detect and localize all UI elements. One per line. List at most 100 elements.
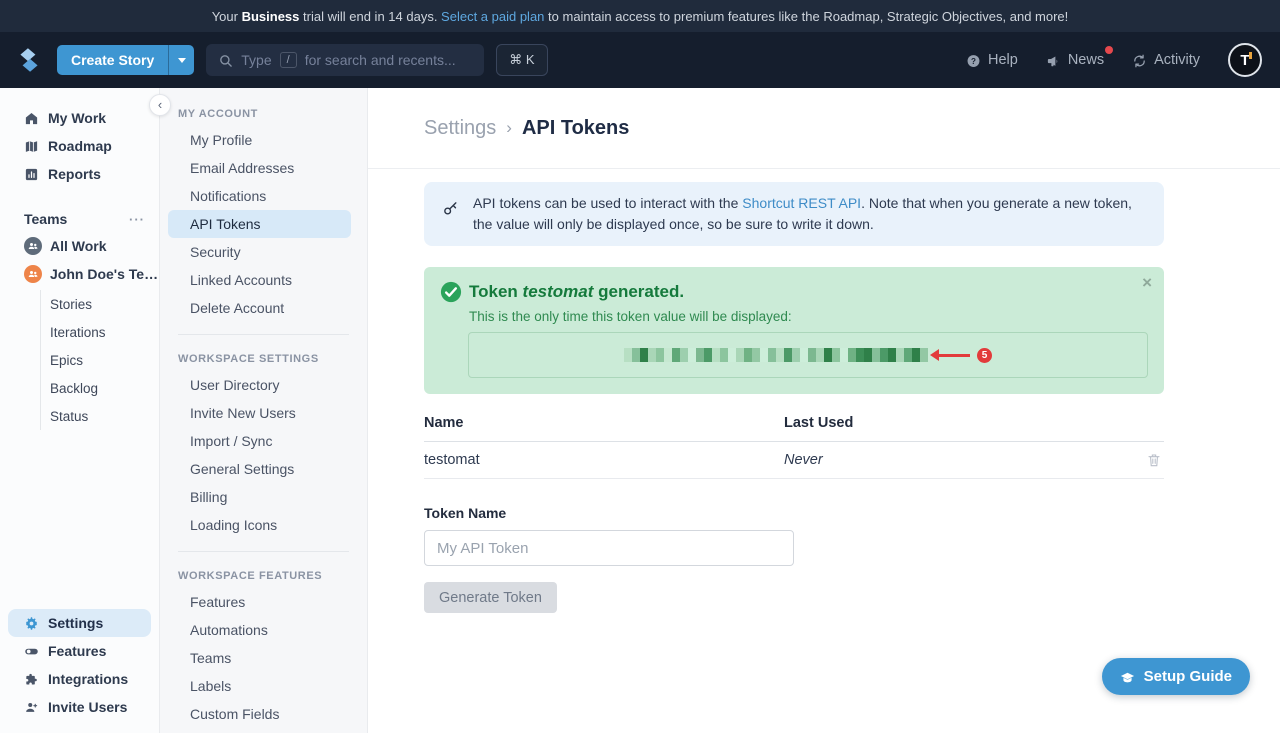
search-placeholder-pre: Type xyxy=(241,52,271,68)
settings-nav-item-labels[interactable]: Labels xyxy=(160,672,367,700)
token-generated-alert: Token testomat generated. This is the on… xyxy=(424,267,1164,394)
settings-nav-item-teams[interactable]: Teams xyxy=(160,644,367,672)
shortcut-rest-api-link[interactable]: Shortcut REST API xyxy=(742,195,861,211)
avatar-logo-accent xyxy=(1249,52,1252,59)
help-menu[interactable]: ? Help xyxy=(966,52,1018,68)
settings-nav-item-my-profile[interactable]: My Profile xyxy=(160,126,367,154)
main-sidebar: My Work Roadmap Reports Teams ··· xyxy=(0,88,160,733)
settings-nav-item-delete-account[interactable]: Delete Account xyxy=(160,294,367,322)
cmd-k-shortcut-badge: ⌘ K xyxy=(496,44,547,76)
settings-nav-item-automations[interactable]: Automations xyxy=(160,616,367,644)
sidebar-item-invite-users[interactable]: Invite Users xyxy=(8,693,151,721)
megaphone-icon xyxy=(1046,53,1061,68)
sidebar-item-features[interactable]: Features xyxy=(8,637,151,665)
app-window: Your Business trial will end in 14 days.… xyxy=(0,0,1280,733)
settings-nav-item-linked-accounts[interactable]: Linked Accounts xyxy=(160,266,367,294)
token-value-field: 5 xyxy=(468,332,1148,378)
banner-text: to maintain access to premium features l… xyxy=(544,9,1068,24)
alert-title-row: Token testomat generated. xyxy=(440,281,1148,303)
search-icon xyxy=(218,53,233,68)
delete-token-button[interactable] xyxy=(1146,452,1164,468)
settings-nav-item-api-tokens[interactable]: API Tokens xyxy=(168,210,351,238)
create-story-button[interactable]: Create Story xyxy=(57,45,194,75)
help-icon: ? xyxy=(966,53,981,68)
activity-label: Activity xyxy=(1154,52,1200,68)
select-paid-plan-link[interactable]: Select a paid plan xyxy=(441,9,544,24)
team-item-all-work[interactable]: All Work xyxy=(0,232,159,260)
token-name-input[interactable] xyxy=(424,530,794,566)
sidebar-item-my-work[interactable]: My Work xyxy=(8,104,151,132)
setup-guide-button[interactable]: Setup Guide xyxy=(1102,658,1250,695)
sidebar-item-integrations[interactable]: Integrations xyxy=(8,665,151,693)
topnav-right: ? Help News Activity T xyxy=(966,43,1280,77)
search-placeholder-post: for search and recents... xyxy=(305,52,456,68)
settings-nav-item-billing[interactable]: Billing xyxy=(160,483,367,511)
table-row: testomat Never xyxy=(424,442,1164,479)
news-label: News xyxy=(1068,52,1104,68)
sidebar-item-label: Invite Users xyxy=(48,699,127,715)
settings-nav-item-loading-icons[interactable]: Loading Icons xyxy=(160,511,367,539)
banner-plan-name: Business xyxy=(242,9,300,24)
shortcut-logo-icon[interactable] xyxy=(14,45,44,75)
key-icon xyxy=(442,200,459,217)
annotation-step-badge: 5 xyxy=(977,348,992,363)
sidebar-item-status[interactable]: Status xyxy=(41,402,159,430)
settings-nav-item-features[interactable]: Features xyxy=(160,588,367,616)
map-icon xyxy=(24,139,39,154)
create-story-dropdown[interactable] xyxy=(168,45,194,75)
user-avatar[interactable]: T xyxy=(1228,43,1262,77)
settings-nav-item-security[interactable]: Security xyxy=(160,238,367,266)
divider xyxy=(178,334,349,335)
bar-chart-icon xyxy=(24,167,39,182)
settings-nav-item-notifications[interactable]: Notifications xyxy=(160,182,367,210)
generate-token-button[interactable]: Generate Token xyxy=(424,582,557,613)
news-menu[interactable]: News xyxy=(1046,52,1104,68)
column-header-last-used: Last Used xyxy=(784,415,1164,431)
sidebar-item-backlog[interactable]: Backlog xyxy=(41,374,159,402)
breadcrumb: Settings › API Tokens xyxy=(368,88,1280,169)
activity-sync-icon xyxy=(1132,53,1147,68)
setup-guide-label: Setup Guide xyxy=(1144,668,1232,685)
toggle-icon xyxy=(24,644,39,659)
settings-nav-item-user-directory[interactable]: User Directory xyxy=(160,371,367,399)
sidebar-spacer xyxy=(0,430,159,609)
help-label: Help xyxy=(988,52,1018,68)
team-avatar-orange-icon xyxy=(24,265,42,283)
column-header-name: Name xyxy=(424,415,784,431)
settings-nav-item-import-sync[interactable]: Import / Sync xyxy=(160,427,367,455)
token-name-cell: testomat xyxy=(424,452,784,468)
alert-title: Token testomat generated. xyxy=(469,282,684,302)
banner-text: trial will end in 14 days. xyxy=(299,9,441,24)
teams-header-label: Teams xyxy=(24,211,67,227)
alert-subtitle: This is the only time this token value w… xyxy=(469,309,1148,324)
chevron-down-icon xyxy=(178,58,186,63)
sidebar-item-reports[interactable]: Reports xyxy=(8,160,151,188)
search-input[interactable]: Type / for search and recents... xyxy=(206,44,484,76)
breadcrumb-settings-link[interactable]: Settings xyxy=(424,117,496,140)
team-label: John Doe's Te… xyxy=(50,266,158,282)
divider xyxy=(178,551,349,552)
activity-menu[interactable]: Activity xyxy=(1132,52,1200,68)
team-item-john-does-team[interactable]: John Doe's Te… xyxy=(0,260,159,288)
settings-nav-item-general-settings[interactable]: General Settings xyxy=(160,455,367,483)
news-notification-badge xyxy=(1105,46,1113,54)
body-row: My Work Roadmap Reports Teams ··· xyxy=(0,88,1280,733)
teams-more-button[interactable]: ··· xyxy=(129,212,145,227)
settings-nav-item-invite-new-users[interactable]: Invite New Users xyxy=(160,399,367,427)
settings-nav: MY ACCOUNT My Profile Email Addresses No… xyxy=(160,88,368,733)
sidebar-item-iterations[interactable]: Iterations xyxy=(41,318,159,346)
sidebar-item-stories[interactable]: Stories xyxy=(41,290,159,318)
api-tokens-info-banner: API tokens can be used to interact with … xyxy=(424,182,1164,246)
settings-nav-item-email-addresses[interactable]: Email Addresses xyxy=(160,154,367,182)
close-icon[interactable]: × xyxy=(1142,273,1152,293)
content-area: API tokens can be used to interact with … xyxy=(368,169,1280,613)
token-last-used-cell: Never xyxy=(784,452,1146,468)
sidebar-item-settings[interactable]: Settings xyxy=(8,609,151,637)
sidebar-collapse-button[interactable]: ‹ xyxy=(149,94,171,116)
check-circle-icon xyxy=(440,281,462,303)
sidebar-item-epics[interactable]: Epics xyxy=(41,346,159,374)
table-header-row: Name Last Used xyxy=(424,415,1164,442)
sidebar-item-roadmap[interactable]: Roadmap xyxy=(8,132,151,160)
breadcrumb-separator: › xyxy=(506,118,512,138)
settings-nav-item-custom-fields[interactable]: Custom Fields xyxy=(160,700,367,728)
